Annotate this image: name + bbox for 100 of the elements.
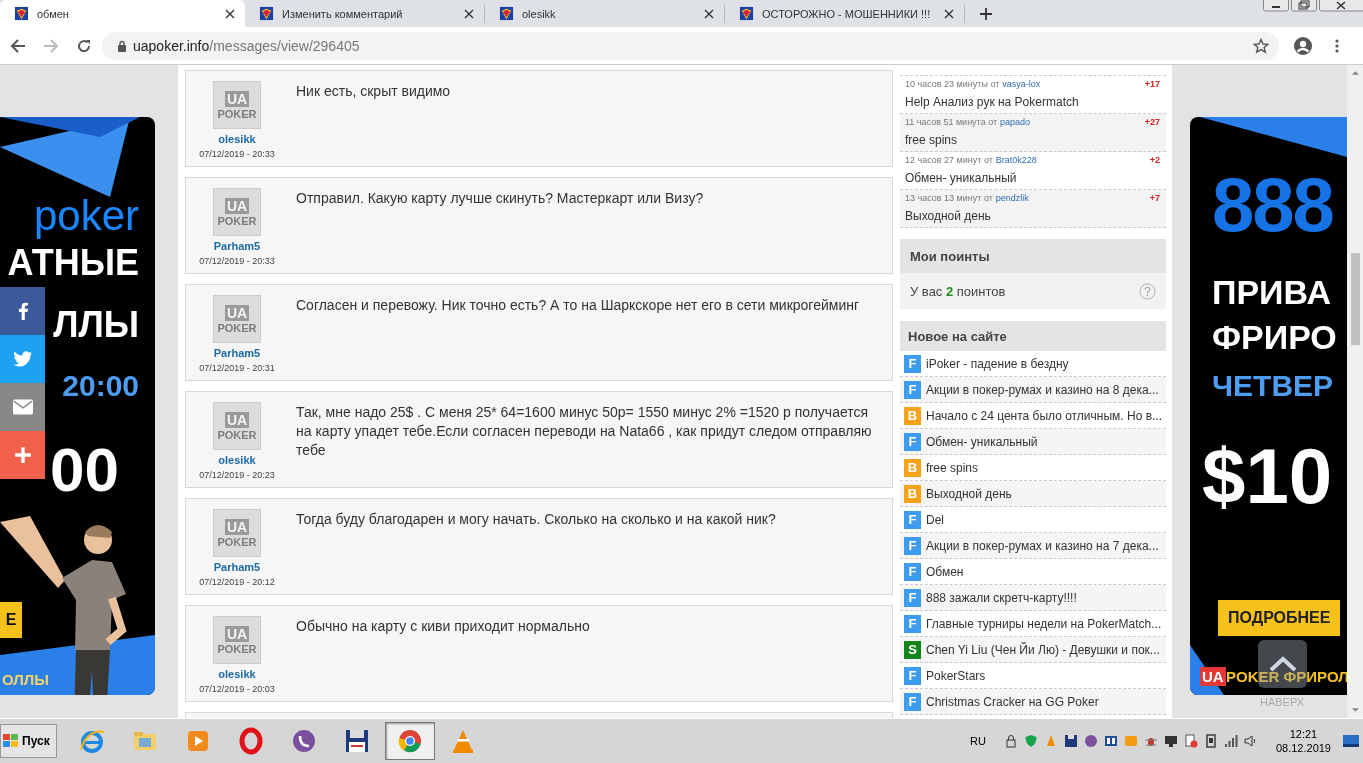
lock-icon[interactable] [1003, 734, 1018, 748]
topic-score: +17 [1144, 79, 1160, 89]
address-bar[interactable]: uapoker.info/messages/view/296405 [102, 31, 1279, 60]
category-badge: F [904, 354, 921, 373]
category-badge: F [904, 692, 921, 711]
close-icon[interactable] [704, 8, 714, 19]
reload-icon[interactable] [76, 37, 92, 54]
message-text: Обычно на карту с киви приходит нормально [295, 617, 591, 636]
envelope-icon [12, 398, 33, 416]
user-link[interactable]: vasya-lox [1002, 79, 1041, 89]
device-icon[interactable] [1203, 734, 1218, 748]
topic-item[interactable]: 11 часов 51 минута от papado +27 free spins [900, 114, 1166, 152]
avatar-logo: UA POKER [213, 402, 261, 450]
close-icon[interactable] [464, 8, 474, 19]
category-badge: F [904, 536, 921, 555]
category-badge: S [904, 640, 921, 659]
message-text: Так, мне надо 25$ . С меня 25* 64=1600 минус 50р= 1550 минус 2% =1520 р получается на карту упадет тебе.Если согласен переводи на Nata66 , как придут следом отправляю тебе [295, 403, 873, 460]
category-badge: F [904, 380, 921, 399]
restore-icon[interactable] [1291, 0, 1317, 12]
message-date: 07/12/2019 - 20:33 [199, 149, 275, 159]
author-link[interactable]: Parham5 [213, 347, 261, 359]
email-share-button[interactable] [0, 383, 45, 431]
news-item[interactable]: F Акции в покер-румах и казино на 7 дека... [900, 533, 1166, 559]
category-badge: B [904, 484, 921, 503]
author-link[interactable]: olesikk [218, 454, 256, 466]
news-item[interactable]: F Christmas Cracker на GG Poker [900, 689, 1166, 715]
diamond-logo-icon [14, 6, 29, 21]
banner-ad[interactable]: poker АТНЫЕ ЛЛЫ 20:00 00 Е ОЛЛЫ [0, 117, 155, 695]
scrollbar-thumb[interactable] [1350, 253, 1360, 345]
ad-time: 20:00 [62, 371, 139, 401]
menu-icon[interactable] [1335, 37, 1339, 54]
message-text: Отправил. Какую карту лучше скинуть? Мастеркарт или Визу? [295, 189, 705, 208]
account-icon[interactable] [1293, 35, 1313, 56]
news-item[interactable]: F Акции в покер-румах и казино на 8 дека... [900, 377, 1166, 403]
bird-icon [12, 350, 33, 368]
monitor-icon[interactable] [1163, 734, 1178, 748]
section-header: Мои поинты [900, 239, 1166, 273]
topic-time: 10 часов 23 минуты от [905, 79, 1000, 89]
browser-tab[interactable]: Изменить комментарий [245, 4, 485, 23]
close-window-icon[interactable] [1319, 0, 1363, 12]
chevron-up-icon [1267, 656, 1298, 672]
ad-button[interactable]: Е [0, 602, 22, 638]
topic-score: +2 [1149, 155, 1160, 165]
start-button[interactable]: Пуск [0, 724, 57, 758]
browser-tab[interactable]: обмен [0, 0, 245, 27]
browser-tab[interactable]: olesikk [485, 4, 725, 23]
topic-score: +7 [1149, 193, 1160, 203]
double-square-icon[interactable] [1103, 734, 1118, 748]
scroll-up-arrow-icon[interactable] [1350, 70, 1360, 76]
user-link[interactable]: Brat0k228 [995, 155, 1037, 165]
category-badge: F [904, 614, 921, 633]
close-icon[interactable] [225, 8, 235, 19]
user-link[interactable]: papado [1000, 117, 1031, 127]
news-item[interactable]: B Выходной день [900, 481, 1166, 507]
category-badge: F [904, 588, 921, 607]
avatar-logo: UA POKER [213, 616, 261, 664]
category-badge: F [904, 666, 921, 685]
ad-headline: ПРИВА [1212, 275, 1331, 309]
category-badge: F [904, 432, 921, 451]
facebook-share-button[interactable] [0, 287, 45, 335]
clock[interactable]: 12:21 08.12.2019 [1275, 727, 1331, 755]
ad-footer: ОЛЛЫ [2, 672, 50, 687]
message-text: Ник есть, скрыт видимо [295, 82, 452, 101]
category-badge: B [904, 458, 921, 477]
more-share-button[interactable] [0, 431, 45, 479]
ad-logo: UA [1200, 667, 1226, 686]
twitter-share-button[interactable] [0, 335, 45, 383]
show-desktop-icon[interactable] [1343, 734, 1359, 748]
banner-ad[interactable]: 888 ПРИВА ФРИРО ЧЕТВЕР $10 ПОДРОБНЕЕ UA POKER ФРИРОЛ [1190, 117, 1347, 695]
browser-tab[interactable]: ОСТОРОЖНО - МОШЕННИКИ !!! [725, 4, 965, 23]
ad-amount: 00 [50, 439, 119, 501]
topic-score: +27 [1144, 117, 1160, 127]
language-indicator[interactable]: RU [970, 735, 986, 747]
news-item[interactable]: F Обмен- уникальный [900, 429, 1166, 455]
speaker-icon[interactable] [1243, 734, 1258, 748]
scroll-down-arrow-icon[interactable] [1350, 707, 1360, 713]
author-link[interactable]: olesikk [218, 668, 256, 680]
star-icon[interactable] [1253, 37, 1269, 54]
back-arrow-icon[interactable] [10, 37, 26, 54]
category-badge: B [904, 406, 921, 425]
topic-time: 11 часов 51 минута от [905, 117, 998, 127]
author-link[interactable]: Parham5 [213, 561, 261, 573]
signal-bars-icon[interactable] [1223, 734, 1238, 748]
topic-item[interactable]: 13 часов 13 минут от pendzlik +7 Выходной день [900, 190, 1166, 228]
topic-title: Help Анализ рук на Pokermatch [905, 95, 1080, 109]
phone-chat-icon[interactable] [1083, 734, 1098, 748]
close-icon[interactable] [944, 8, 954, 19]
section-header: Новое на сайте [900, 321, 1166, 351]
author-link[interactable]: olesikk [218, 133, 256, 145]
news-item[interactable]: S Chen Yi Liu (Чен Йи Лю) - Девушки и пок... [900, 637, 1166, 663]
new-tab-plus-icon[interactable] [979, 6, 993, 21]
topic-title: free spins [905, 133, 959, 147]
minimize-icon[interactable] [1263, 0, 1289, 12]
message-date: 07/12/2019 - 20:12 [199, 577, 275, 587]
news-item[interactable]: F 888 зажали скретч-карту!!!! [900, 585, 1166, 611]
author-link[interactable]: Parham5 [213, 240, 261, 252]
user-link[interactable]: pendzlik [995, 193, 1029, 203]
ad-button[interactable]: ПОДРОБНЕЕ [1218, 600, 1341, 636]
scrollbar[interactable] [1347, 65, 1363, 718]
document-warning-icon[interactable] [1183, 734, 1198, 748]
